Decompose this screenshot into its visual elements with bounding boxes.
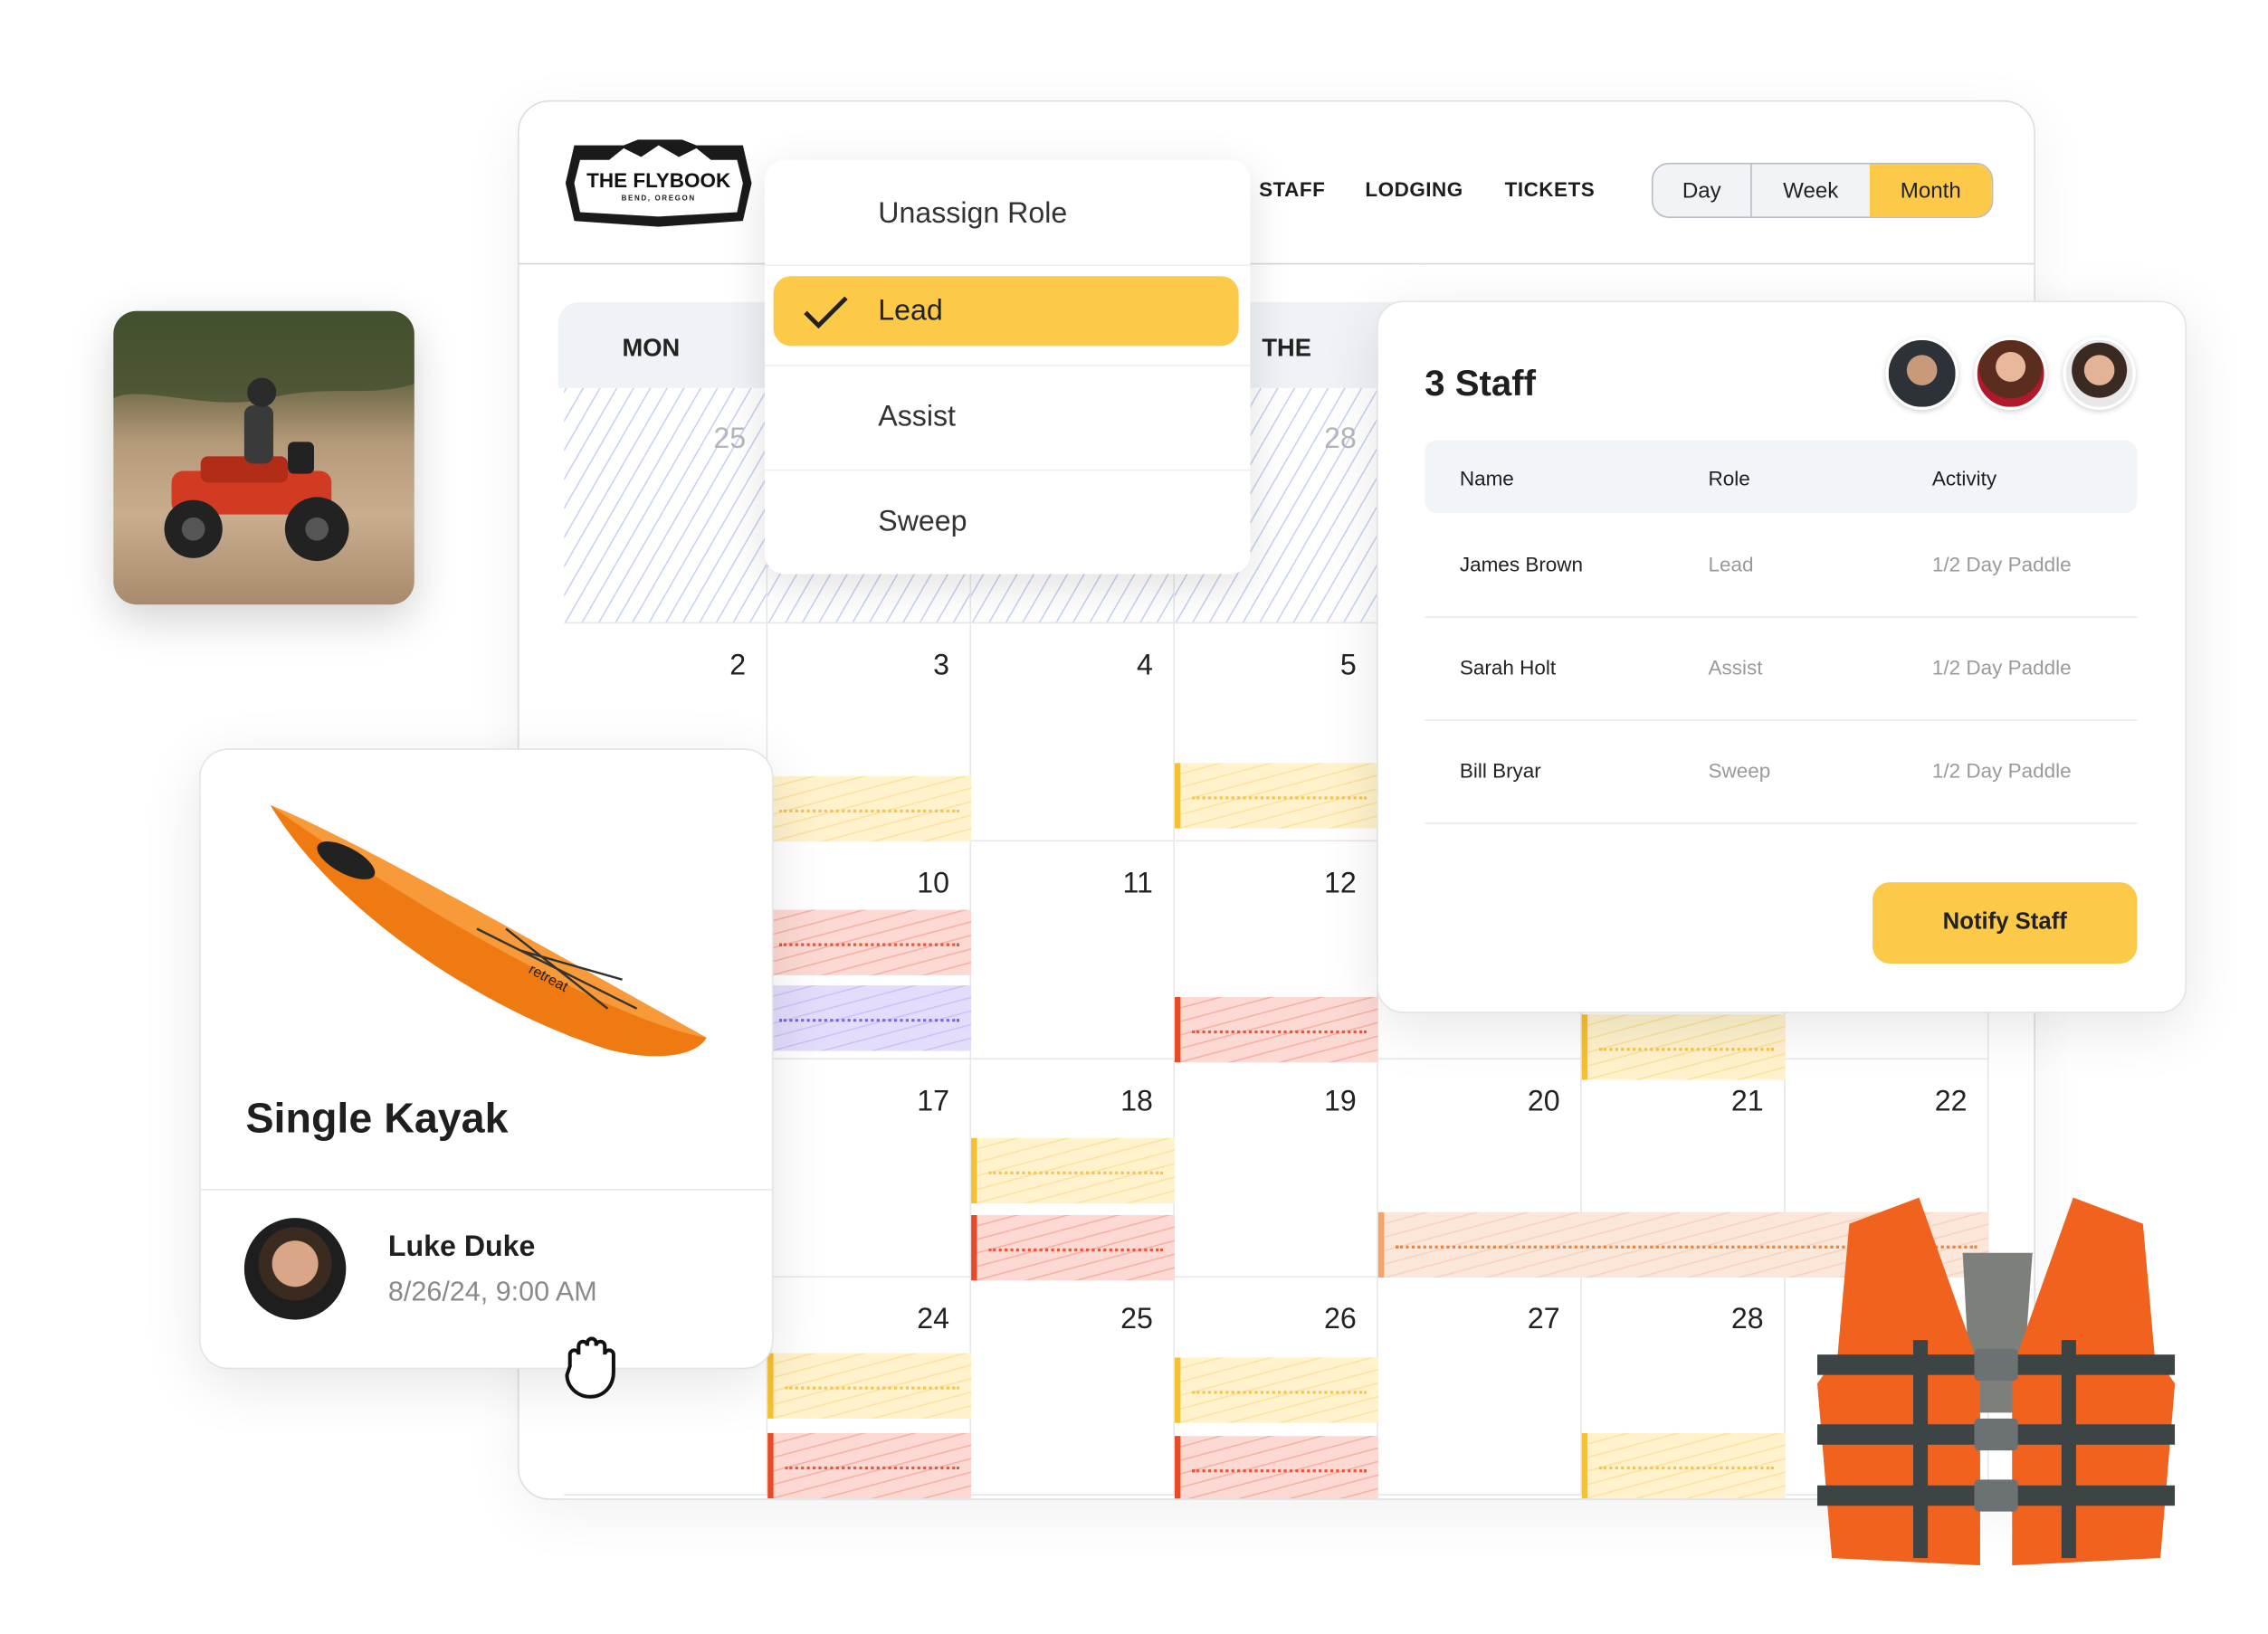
day-number: 10 — [917, 868, 949, 900]
menu-item-lead[interactable]: Lead — [773, 276, 1239, 347]
nav-staff[interactable]: STAFF — [1259, 177, 1325, 201]
staff-activity: 1/2 Day Paddle — [1931, 655, 2072, 679]
calendar-day-cell[interactable]: 19 — [1174, 1059, 1378, 1278]
day-number: 24 — [917, 1303, 949, 1336]
day-number: 3 — [933, 650, 949, 682]
rental-item-title: Single Kayak — [245, 1096, 509, 1143]
calendar-day-cell[interactable]: 27 — [1377, 1278, 1582, 1496]
day-number: 4 — [1137, 650, 1153, 682]
staff-panel: 3 Staff Name Role Activity James Brown Le… — [1377, 300, 2187, 1013]
calendar-event[interactable] — [767, 909, 972, 975]
rental-card: retreat Single Kayak Luke Duke 8/26/24, … — [199, 748, 774, 1370]
staff-role: Sweep — [1708, 758, 1771, 783]
calendar-event[interactable] — [1174, 1436, 1378, 1499]
day-number: 5 — [1339, 650, 1357, 682]
calendar-event[interactable] — [1174, 996, 1378, 1063]
menu-item-unassign-role[interactable]: Unassign Role — [765, 163, 1251, 266]
calendar-day-cell[interactable]: 25 — [971, 1278, 1175, 1496]
staff-activity: 1/2 Day Paddle — [1931, 552, 2072, 576]
staff-count-title: 3 Staff — [1425, 363, 1537, 404]
calendar-day-cell[interactable]: 4 — [971, 623, 1175, 842]
menu-item-label: Assist — [878, 401, 956, 433]
menu-item-label: Unassign Role — [878, 197, 1068, 230]
staff-activity: 1/2 Day Paddle — [1931, 758, 2072, 783]
menu-item-assist[interactable]: Assist — [765, 366, 1251, 470]
day-number: 21 — [1730, 1085, 1764, 1118]
calendar-event[interactable] — [1174, 763, 1378, 829]
checkmark-icon — [804, 296, 848, 329]
nav-lodging[interactable]: LODGING — [1365, 177, 1463, 201]
flybook-logo[interactable]: THE FLYBOOK BEND, OREGON — [565, 139, 752, 233]
day-header-mon: MON — [622, 334, 681, 362]
day-number: 12 — [1324, 868, 1357, 900]
day-number: 25 — [1120, 1303, 1153, 1336]
day-number: 28 — [1324, 423, 1357, 455]
day-number: 25 — [713, 423, 747, 455]
calendar-event[interactable] — [767, 985, 972, 1051]
staff-name: James Brown — [1459, 552, 1584, 576]
atv-photo — [113, 310, 415, 605]
avatar — [2063, 337, 2136, 411]
column-header-name: Name — [1459, 466, 1514, 490]
notify-staff-button[interactable]: Notify Staff — [1873, 882, 2138, 964]
day-number: 18 — [1120, 1085, 1153, 1118]
calendar-event[interactable] — [1581, 1432, 1786, 1499]
row-divider — [1425, 616, 2138, 618]
staff-table-header — [1425, 440, 2138, 514]
avatar — [1974, 337, 2047, 411]
avatar — [1885, 337, 1958, 411]
calendar-day-cell[interactable]: 17 — [767, 1059, 972, 1278]
calendar-event[interactable] — [1581, 1014, 1786, 1080]
row-divider — [1425, 822, 2138, 824]
day-number: 19 — [1324, 1085, 1357, 1118]
day-number: 11 — [1122, 868, 1153, 900]
day-number: 20 — [1527, 1085, 1560, 1118]
day-number: 2 — [729, 650, 747, 682]
card-divider — [200, 1189, 772, 1191]
calendar-day-cell[interactable]: 11 — [971, 841, 1175, 1060]
header-divider — [519, 262, 2035, 265]
day-number: 17 — [917, 1085, 949, 1118]
rental-user-name: Luke Duke — [387, 1230, 536, 1263]
menu-item-label: Lead — [878, 294, 943, 327]
day-number: 27 — [1527, 1303, 1560, 1336]
life-vest-image — [1817, 1197, 2176, 1566]
rental-datetime: 8/26/24, 9:00 AM — [387, 1278, 597, 1308]
kayak-image: retreat — [270, 804, 707, 1057]
calendar-event[interactable] — [971, 1137, 1175, 1204]
column-header-role: Role — [1708, 466, 1750, 490]
column-header-activity: Activity — [1931, 466, 1997, 490]
nav-tickets[interactable]: TICKETS — [1505, 177, 1596, 201]
staff-name: Bill Bryar — [1459, 758, 1541, 783]
logo-text: THE FLYBOOK — [586, 168, 731, 193]
staff-role: Assist — [1708, 655, 1763, 679]
day-header-thu: THE — [1262, 334, 1311, 362]
calendar-event[interactable] — [971, 1214, 1175, 1281]
logo-subtext: BEND, OREGON — [621, 195, 696, 204]
calendar-day-cell[interactable]: 25 — [564, 387, 768, 624]
calendar-event[interactable] — [767, 1432, 972, 1499]
day-number: 26 — [1324, 1303, 1357, 1336]
day-number: 28 — [1730, 1303, 1764, 1336]
view-week-button[interactable]: Week — [1752, 165, 1870, 217]
calendar-event[interactable] — [767, 1353, 972, 1419]
menu-item-label: Sweep — [878, 506, 967, 538]
grab-cursor-icon — [565, 1336, 615, 1399]
calendar-event[interactable] — [1174, 1357, 1378, 1423]
staff-name: Sarah Holt — [1459, 655, 1557, 679]
menu-divider — [764, 264, 1251, 266]
menu-item-sweep[interactable]: Sweep — [765, 470, 1251, 574]
row-divider — [1425, 719, 2138, 721]
day-number: 22 — [1934, 1085, 1968, 1118]
avatar — [243, 1218, 347, 1320]
view-day-button[interactable]: Day — [1653, 164, 1752, 217]
view-toggle: Day Week Month — [1651, 162, 1994, 218]
view-month-button[interactable]: Month — [1869, 164, 1992, 217]
calendar-event[interactable] — [767, 775, 972, 842]
role-dropdown: Unassign Role Lead Assist Sweep — [764, 159, 1251, 575]
staff-role: Lead — [1708, 552, 1754, 576]
